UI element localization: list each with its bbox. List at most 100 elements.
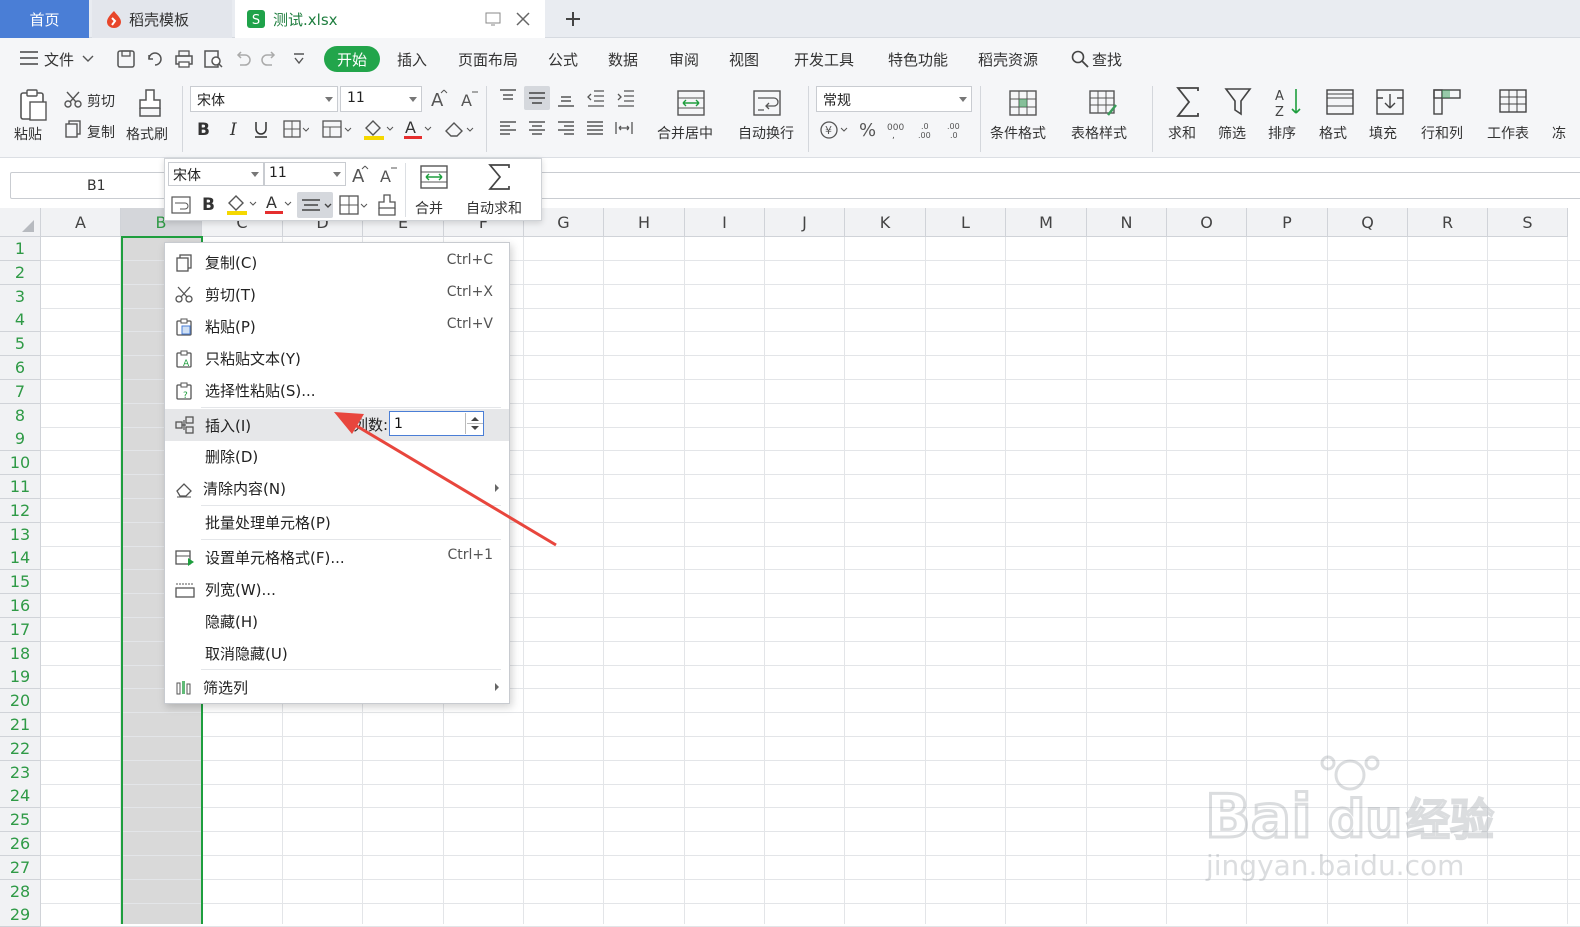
row-col-icon[interactable]: [1432, 86, 1462, 118]
thousands-icon[interactable]: 000,: [886, 120, 908, 140]
column-header-k[interactable]: K: [845, 208, 926, 237]
row-header-16[interactable]: 16: [0, 594, 41, 618]
cut-button[interactable]: 剪切: [87, 91, 115, 111]
row-header-27[interactable]: 27: [0, 855, 41, 880]
align-center-icon[interactable]: [297, 192, 333, 218]
decrease-font-icon[interactable]: A: [460, 88, 480, 108]
scissors-icon[interactable]: [64, 91, 82, 109]
row-header-1[interactable]: 1: [0, 237, 41, 261]
select-all-corner[interactable]: [0, 208, 41, 237]
column-header-p[interactable]: P: [1247, 208, 1328, 237]
window-icon[interactable]: [485, 11, 501, 27]
format-painter-icon[interactable]: [136, 88, 164, 118]
column-header-m[interactable]: M: [1006, 208, 1087, 237]
menu-item-filter-column[interactable]: 筛选列: [165, 672, 509, 702]
row-header-19[interactable]: 19: [0, 665, 41, 690]
row-header-8[interactable]: 8: [0, 403, 41, 428]
fill-button[interactable]: 填充: [1369, 123, 1397, 143]
row-header-12[interactable]: 12: [0, 498, 41, 523]
font-size-select[interactable]: 11: [340, 86, 422, 112]
fill-color-icon[interactable]: [225, 193, 257, 215]
row-header-7[interactable]: 7: [0, 379, 41, 404]
row-header-9[interactable]: 9: [0, 427, 41, 452]
row-header-13[interactable]: 13: [0, 522, 41, 547]
worksheet-button[interactable]: 工作表: [1487, 123, 1529, 143]
menu-docer[interactable]: 稻壳资源: [978, 49, 1038, 70]
border-icon[interactable]: [283, 120, 309, 138]
wrap-text-icon[interactable]: [752, 88, 782, 118]
format-button[interactable]: 格式: [1319, 123, 1347, 143]
eraser-icon[interactable]: [444, 120, 476, 138]
autosum-button[interactable]: 自动求和: [466, 198, 522, 218]
formula-bar[interactable]: [540, 172, 1580, 199]
underline-icon[interactable]: [253, 120, 269, 138]
conditional-format-icon[interactable]: [1008, 88, 1038, 118]
menu-item-paste[interactable]: 粘贴(P) Ctrl+V: [165, 311, 509, 341]
tab-file[interactable]: S 测试.xlsx: [235, 0, 545, 38]
row-header-14[interactable]: 14: [0, 546, 41, 571]
cell-style-icon[interactable]: [322, 120, 352, 138]
row-header-3[interactable]: 3: [0, 284, 41, 309]
align-left-icon[interactable]: [498, 120, 518, 138]
row-header-22[interactable]: 22: [0, 736, 41, 761]
wrap-text-button[interactable]: 自动换行: [738, 123, 794, 143]
row-header-10[interactable]: 10: [0, 451, 41, 476]
number-format-select[interactable]: 常规: [816, 86, 972, 112]
merge-center-icon[interactable]: [676, 88, 706, 118]
font-name-select[interactable]: 宋体: [190, 86, 338, 112]
menu-features[interactable]: 特色功能: [888, 49, 948, 70]
row-header-24[interactable]: 24: [0, 784, 41, 809]
menu-page-layout[interactable]: 页面布局: [458, 49, 518, 70]
tab-home[interactable]: 首页: [0, 0, 89, 38]
search-label[interactable]: 查找: [1092, 49, 1122, 70]
sigma-icon[interactable]: [1174, 86, 1202, 118]
table-style-icon[interactable]: [1088, 88, 1118, 118]
tab-template[interactable]: 稻壳模板: [92, 0, 232, 38]
mini-font-name-select[interactable]: 宋体: [168, 162, 264, 186]
row-col-button[interactable]: 行和列: [1421, 123, 1463, 143]
currency-icon[interactable]: ¥: [820, 120, 850, 140]
format-painter-icon[interactable]: [377, 194, 397, 216]
save-icon[interactable]: [116, 49, 136, 69]
align-right-icon[interactable]: [556, 120, 576, 138]
column-header-h[interactable]: H: [604, 208, 685, 237]
align-center-icon[interactable]: [527, 120, 547, 138]
menu-item-paste-text[interactable]: A 只粘贴文本(Y): [165, 343, 509, 373]
bold-icon[interactable]: B: [196, 120, 212, 138]
align-bottom-icon[interactable]: [556, 88, 576, 108]
filter-icon[interactable]: [1224, 86, 1252, 118]
menu-item-copy[interactable]: 复制(C) Ctrl+C: [165, 247, 509, 277]
format-icon[interactable]: [1325, 86, 1355, 118]
row-header-20[interactable]: 20: [0, 689, 41, 714]
menu-item-cut[interactable]: 剪切(T) Ctrl+X: [165, 279, 509, 309]
column-header-n[interactable]: N: [1087, 208, 1167, 237]
distribute-icon[interactable]: [614, 120, 634, 138]
sum-button[interactable]: 求和: [1168, 123, 1196, 143]
italic-icon[interactable]: I: [228, 120, 242, 138]
increase-font-icon[interactable]: A: [351, 164, 371, 184]
menu-item-hide[interactable]: 隐藏(H): [165, 606, 509, 636]
row-header-25[interactable]: 25: [0, 808, 41, 833]
column-header-l[interactable]: L: [926, 208, 1006, 237]
menu-item-unhide[interactable]: 取消隐藏(U): [165, 638, 509, 668]
copy-button[interactable]: 复制: [87, 122, 115, 142]
column-header-j[interactable]: J: [765, 208, 845, 237]
menu-data[interactable]: 数据: [608, 49, 638, 70]
row-header-15[interactable]: 15: [0, 570, 41, 595]
column-header-i[interactable]: I: [685, 208, 765, 237]
decrease-decimal-icon[interactable]: .00.0: [946, 120, 968, 140]
row-header-4[interactable]: 4: [0, 308, 41, 333]
merge-icon[interactable]: [419, 163, 449, 191]
format-painter-button[interactable]: 格式刷: [126, 124, 168, 144]
menu-item-column-width[interactable]: 列宽(W)...: [165, 574, 509, 604]
paste-button[interactable]: 粘贴: [14, 124, 42, 144]
bold-icon[interactable]: B: [201, 195, 217, 213]
column-header-s[interactable]: S: [1488, 208, 1568, 237]
font-color-icon[interactable]: A: [402, 118, 434, 140]
sort-icon[interactable]: AZ: [1274, 86, 1304, 118]
increase-font-icon[interactable]: A: [430, 88, 450, 108]
align-top-icon[interactable]: [498, 88, 518, 108]
conditional-format-button[interactable]: 条件格式: [990, 123, 1046, 143]
fill-color-icon[interactable]: [362, 118, 394, 140]
print-preview-icon[interactable]: [203, 49, 223, 69]
